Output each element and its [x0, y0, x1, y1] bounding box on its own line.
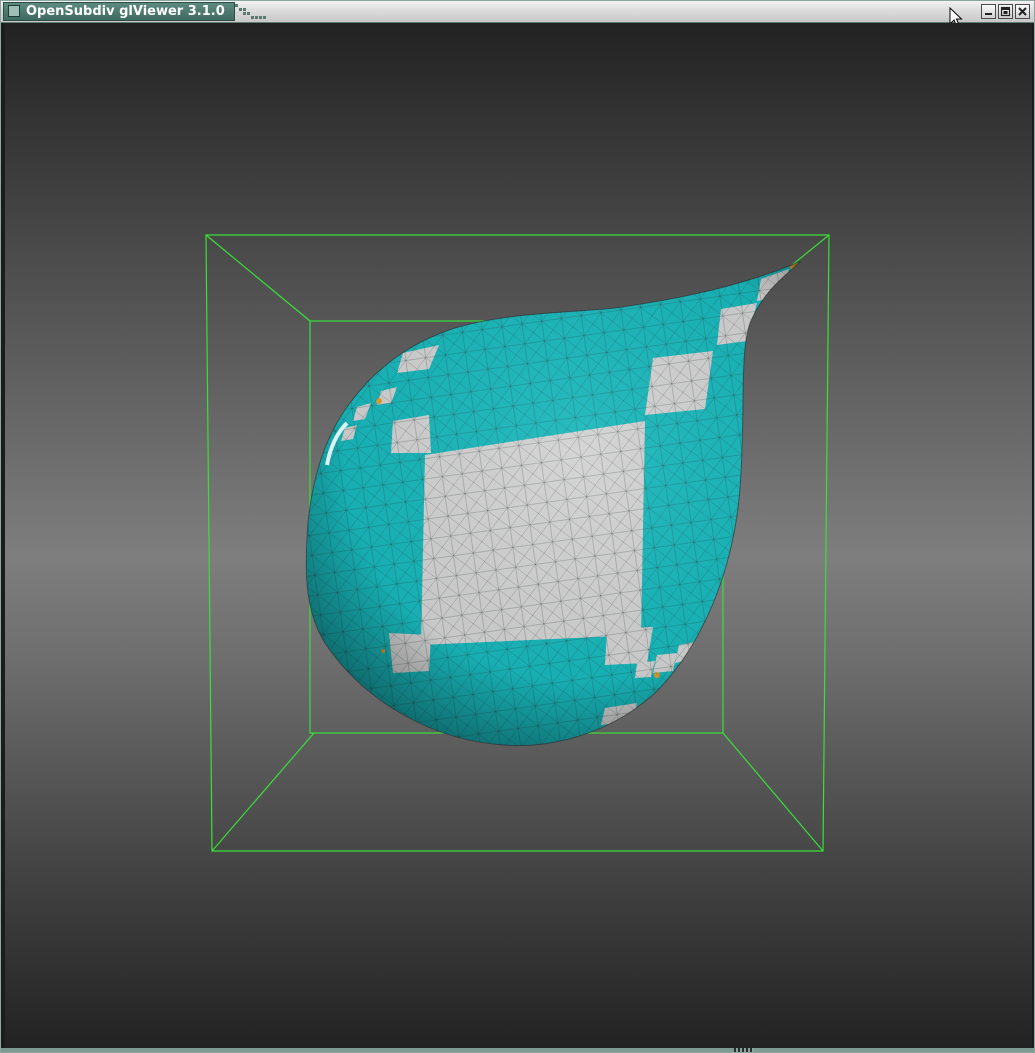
gl-viewport[interactable] [5, 23, 1032, 1049]
close-icon [1018, 7, 1027, 16]
app-window-icon[interactable] [8, 5, 20, 17]
resize-grip-icon[interactable] [734, 1048, 754, 1052]
minimize-icon [985, 13, 992, 15]
title-bar[interactable]: OpenSubdiv glViewer 3.1.0 [1, 1, 1034, 23]
minimize-button[interactable] [981, 4, 996, 19]
scene-canvas [205, 234, 830, 852]
window-title: OpenSubdiv glViewer 3.1.0 [26, 4, 225, 19]
maximize-icon [1000, 6, 1011, 17]
title-tab[interactable]: OpenSubdiv glViewer 3.1.0 [3, 2, 235, 21]
window-controls [981, 4, 1030, 19]
window-bottom-border[interactable] [1, 1048, 1034, 1052]
subdivision-mesh[interactable] [295, 253, 815, 753]
close-button[interactable] [1015, 4, 1030, 19]
maximize-button[interactable] [998, 4, 1013, 19]
title-tab-grip-icon [235, 4, 266, 19]
app-window: OpenSubdiv glViewer 3.1.0 [0, 0, 1035, 1053]
